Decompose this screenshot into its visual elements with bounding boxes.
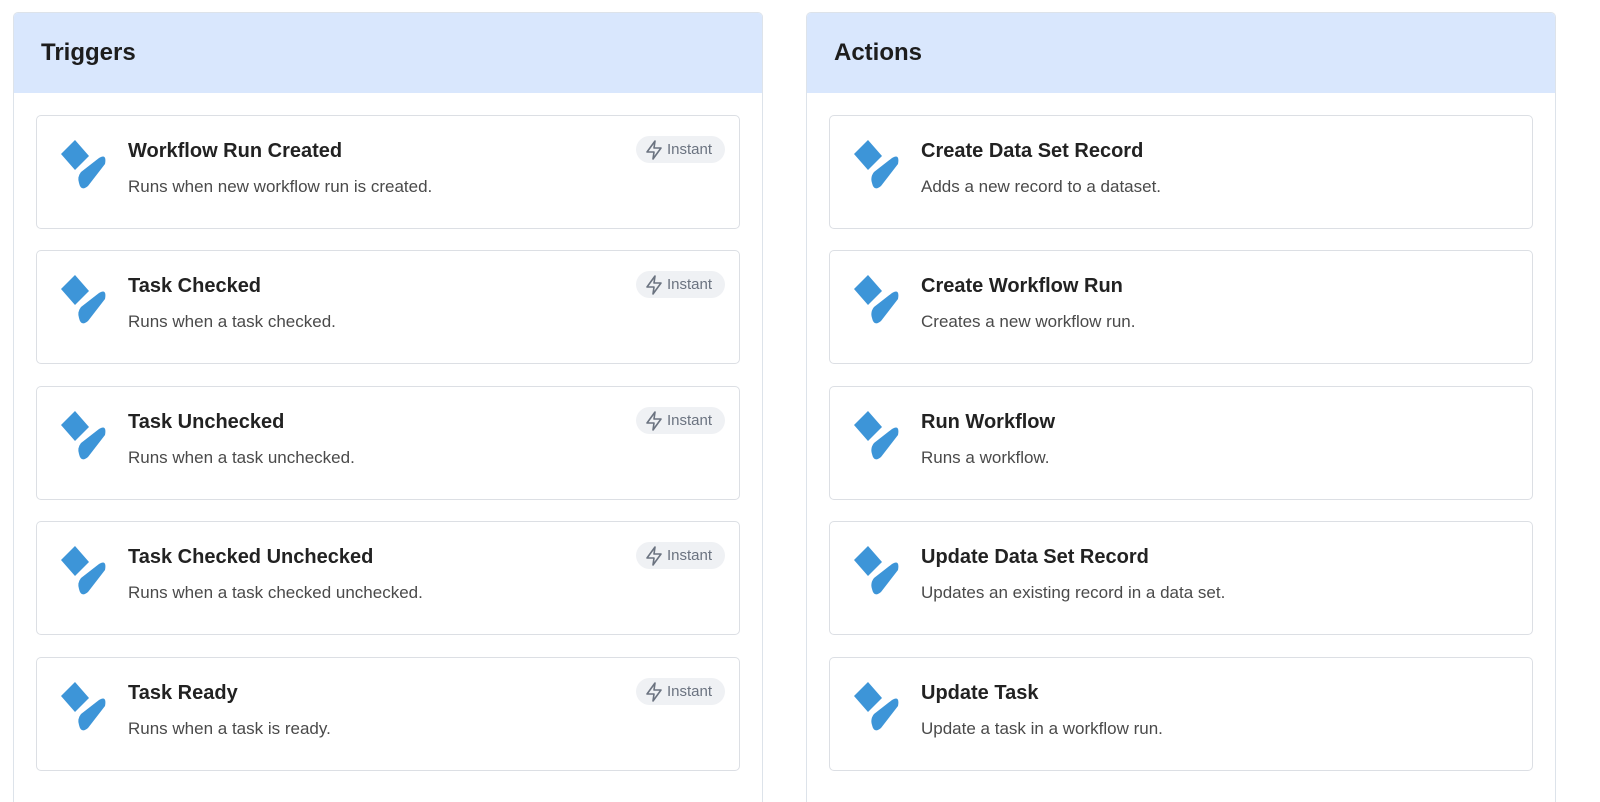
- process-street-logo-icon: [61, 275, 106, 324]
- trigger-title: Task Unchecked: [128, 411, 285, 433]
- process-street-logo-icon: [854, 411, 899, 460]
- action-description: Adds a new record to a dataset.: [921, 177, 1162, 196]
- triggers-panel: Triggers Workflow Run Created Runs when …: [13, 12, 763, 802]
- trigger-card-workflow-run-created[interactable]: Workflow Run Created Runs when new workf…: [36, 115, 740, 229]
- lightning-bolt-icon: [646, 545, 662, 566]
- action-title: Create Workflow Run: [921, 275, 1123, 297]
- action-description: Runs a workflow.: [921, 448, 1050, 467]
- integration-page: Triggers Workflow Run Created Runs when …: [0, 0, 1600, 802]
- trigger-title: Task Checked Unchecked: [128, 546, 374, 568]
- instant-badge: Instant: [635, 407, 725, 434]
- trigger-description: Runs when a task checked.: [128, 312, 336, 331]
- trigger-title: Task Ready: [128, 682, 238, 704]
- trigger-card-task-ready[interactable]: Task Ready Runs when a task is ready. In…: [36, 657, 740, 771]
- trigger-card-task-unchecked[interactable]: Task Unchecked Runs when a task unchecke…: [36, 386, 740, 500]
- action-card-update-data-set-record[interactable]: Update Data Set Record Updates an existi…: [829, 521, 1533, 635]
- instant-badge-label: Instant: [666, 276, 712, 293]
- lightning-bolt-icon: [646, 410, 662, 431]
- instant-badge-label: Instant: [666, 683, 712, 700]
- process-street-logo-icon: [854, 682, 899, 731]
- action-title: Create Data Set Record: [921, 140, 1144, 162]
- action-title: Run Workflow: [921, 411, 1056, 433]
- actions-header: Actions: [807, 13, 1555, 93]
- process-street-logo-icon: [854, 275, 899, 324]
- process-street-logo-icon: [61, 140, 106, 189]
- trigger-description: Runs when a task unchecked.: [128, 448, 355, 467]
- instant-badge-label: Instant: [666, 141, 712, 158]
- process-street-logo-icon: [61, 682, 106, 731]
- action-description: Creates a new workflow run.: [921, 312, 1136, 331]
- instant-badge: Instant: [635, 271, 725, 298]
- instant-badge: Instant: [635, 136, 725, 163]
- trigger-description: Runs when new workflow run is created.: [128, 177, 433, 196]
- instant-badge-label: Instant: [666, 547, 712, 564]
- actions-title: Actions: [834, 39, 923, 66]
- lightning-bolt-icon: [646, 274, 662, 295]
- action-card-create-data-set-record[interactable]: Create Data Set Record Adds a new record…: [829, 115, 1533, 229]
- action-description: Updates an existing record in a data set…: [921, 583, 1226, 602]
- process-street-logo-icon: [61, 411, 106, 460]
- instant-badge: Instant: [635, 542, 725, 569]
- action-card-create-workflow-run[interactable]: Create Workflow Run Creates a new workfl…: [829, 250, 1533, 364]
- instant-badge-label: Instant: [666, 412, 712, 429]
- trigger-description: Runs when a task checked unchecked.: [128, 583, 423, 602]
- action-title: Update Task: [921, 682, 1039, 704]
- lightning-bolt-icon: [646, 139, 662, 160]
- process-street-logo-icon: [854, 140, 899, 189]
- action-card-update-task[interactable]: Update Task Update a task in a workflow …: [829, 657, 1533, 771]
- process-street-logo-icon: [854, 546, 899, 595]
- trigger-title: Workflow Run Created: [128, 140, 343, 162]
- trigger-card-task-checked-unchecked[interactable]: Task Checked Unchecked Runs when a task …: [36, 521, 740, 635]
- trigger-description: Runs when a task is ready.: [128, 719, 331, 738]
- instant-badge: Instant: [635, 678, 725, 705]
- trigger-title: Task Checked: [128, 275, 262, 297]
- triggers-header: Triggers: [14, 13, 762, 93]
- action-card-run-workflow[interactable]: Run Workflow Runs a workflow.: [829, 386, 1533, 500]
- process-street-logo-icon: [61, 546, 106, 595]
- actions-panel: Actions Create Data Set Record Adds a ne…: [806, 12, 1556, 802]
- triggers-title: Triggers: [41, 39, 136, 66]
- lightning-bolt-icon: [646, 681, 662, 702]
- action-description: Update a task in a workflow run.: [921, 719, 1163, 738]
- action-title: Update Data Set Record: [921, 546, 1149, 568]
- trigger-card-task-checked[interactable]: Task Checked Runs when a task checked. I…: [36, 250, 740, 364]
